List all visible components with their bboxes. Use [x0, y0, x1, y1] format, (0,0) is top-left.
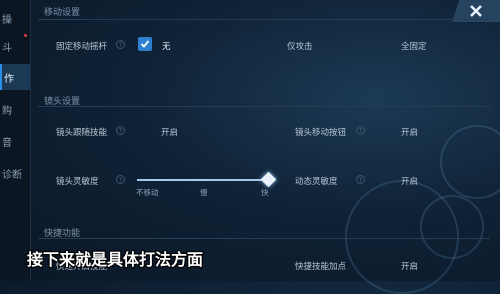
camera-move-button-label: 镜头移动按钮: [295, 128, 347, 138]
sidebar-item-label: 购: [2, 105, 12, 117]
settings-sidebar: 操 斗 作 购 音 诊断: [0, 0, 31, 281]
camera-move-button-value[interactable]: 开启: [401, 126, 418, 138]
video-subtitle: 接下来就是具体打法方面: [27, 250, 204, 269]
sidebar-item-control[interactable]: 作: [0, 64, 30, 90]
dynamic-sensitivity-value[interactable]: 开启: [401, 175, 418, 187]
sidebar-item-sound[interactable]: 音: [0, 128, 30, 154]
sensitivity-tick-label: 不移动: [136, 188, 159, 197]
help-icon[interactable]: ?: [116, 126, 125, 135]
sensitivity-tick-label: 慢: [200, 188, 208, 197]
section-title-move: 移动设置: [44, 8, 81, 18]
sidebar-item-shop[interactable]: 购: [0, 96, 30, 122]
sensitivity-slider-fill: [137, 179, 269, 181]
camera-follow-value[interactable]: 开启: [161, 126, 178, 138]
option-attack-only[interactable]: 仅攻击: [287, 40, 313, 52]
sidebar-item-label: 作: [4, 73, 14, 85]
help-icon[interactable]: ?: [116, 40, 125, 49]
camera-sensitivity-label: 镜头灵敏度: [56, 177, 99, 187]
fixed-joystick-checkbox[interactable]: [138, 37, 152, 51]
fixed-joystick-value: 无: [162, 42, 171, 52]
sensitivity-slider-thumb[interactable]: [260, 171, 277, 188]
help-icon[interactable]: ?: [356, 175, 365, 184]
sensitivity-tick-label: 快: [261, 188, 269, 197]
section-divider: [38, 238, 490, 239]
help-icon[interactable]: ?: [116, 175, 125, 184]
sidebar-item-diagnose[interactable]: 诊断: [0, 160, 30, 186]
section-divider: [38, 106, 490, 107]
sidebar-item-label: 诊断: [2, 169, 22, 181]
camera-follow-label: 镜头跟随技能: [56, 128, 108, 138]
fixed-joystick-label: 固定移动摇杆: [56, 42, 108, 52]
dynamic-sensitivity-label: 动态灵敏度: [295, 177, 338, 187]
help-icon[interactable]: ?: [356, 126, 365, 135]
sensitivity-slider-track[interactable]: [137, 179, 269, 181]
section-divider: [38, 19, 490, 20]
option-all-fixed[interactable]: 全固定: [401, 40, 427, 52]
sidebar-item-label: 斗: [2, 42, 12, 54]
decorative-ring: [420, 195, 484, 259]
quick-skill-levelup-label: 快捷技能加点: [295, 262, 347, 272]
quick-skill-levelup-value[interactable]: 开启: [401, 260, 418, 272]
close-icon: [470, 5, 482, 17]
decorative-ring: [440, 125, 500, 199]
check-icon: [140, 40, 150, 48]
sidebar-item-label: 音: [2, 137, 12, 149]
sidebar-item-label: 操: [2, 14, 12, 26]
notification-dot: [24, 34, 27, 37]
sidebar-item-operation[interactable]: 操: [0, 5, 30, 31]
